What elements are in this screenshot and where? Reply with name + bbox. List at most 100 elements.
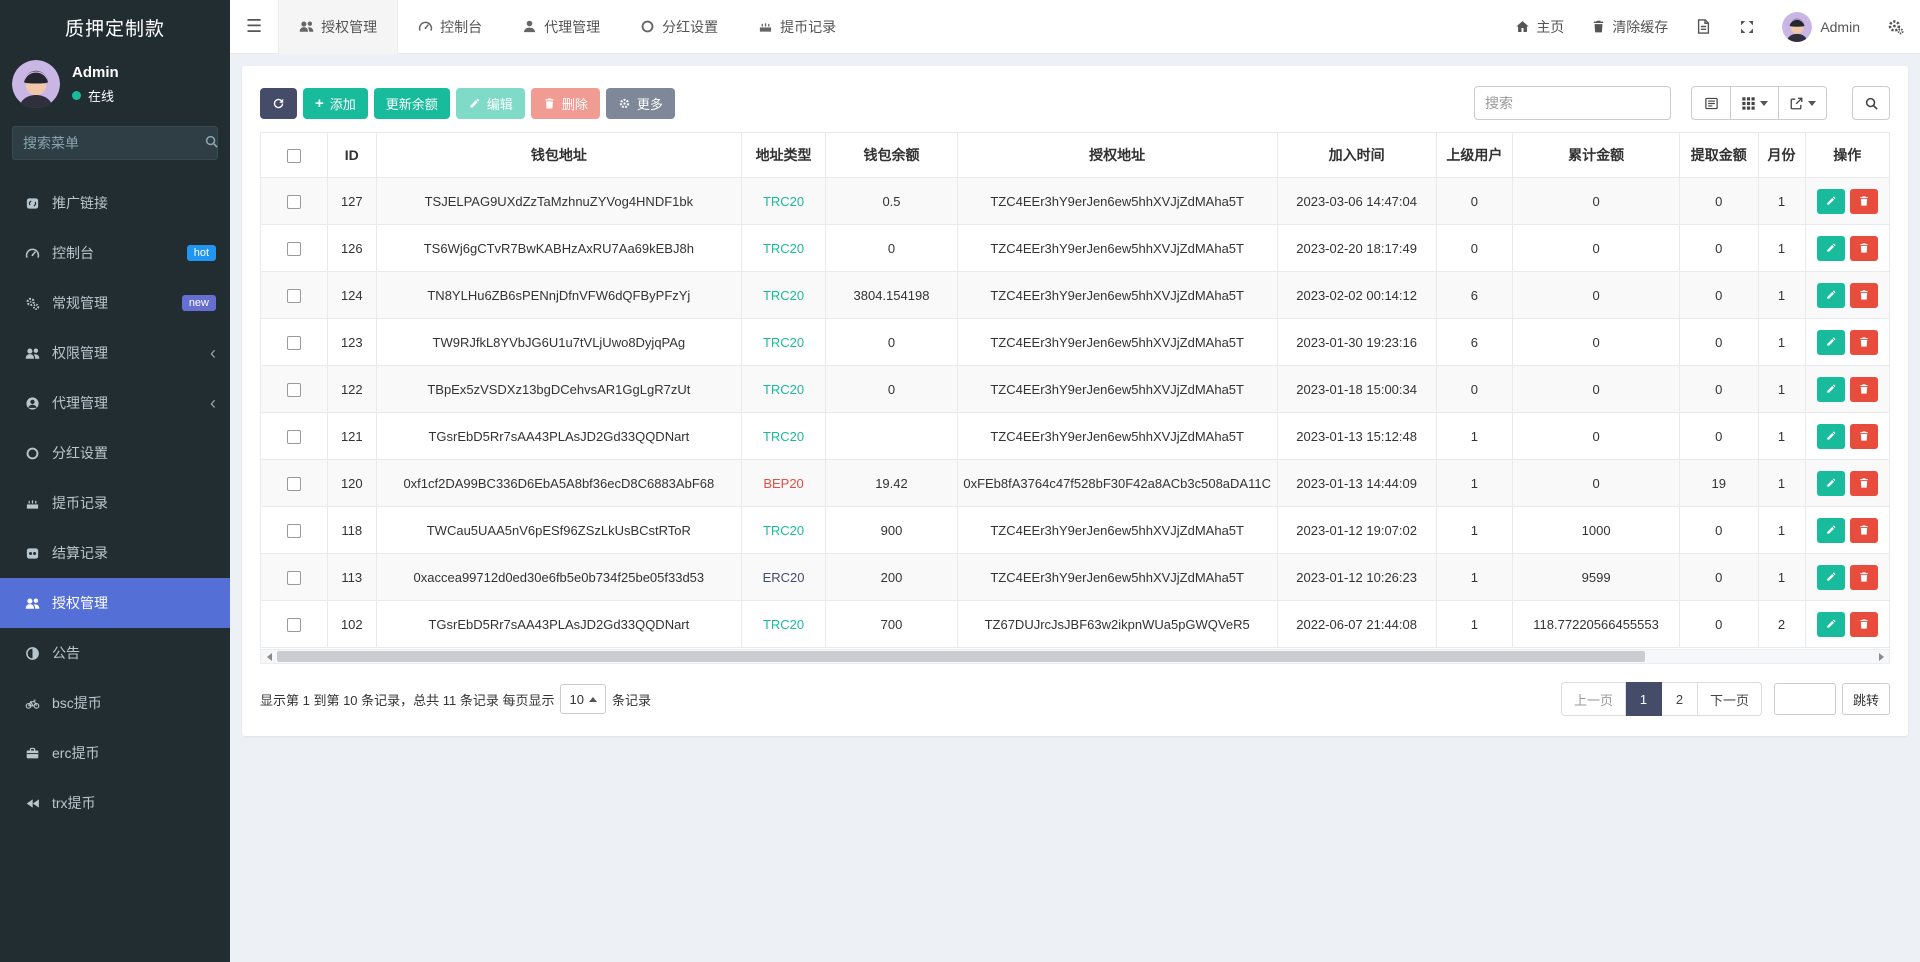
row-delete-button[interactable] (1849, 329, 1878, 355)
clear-cache-link[interactable]: 清除缓存 (1591, 17, 1668, 37)
add-button[interactable]: + 添加 (303, 87, 368, 119)
select-all-checkbox[interactable] (286, 149, 301, 164)
prev-page-button[interactable]: 上一页 (1560, 682, 1626, 716)
sidebar-item-settlement-records[interactable]: 结算记录 (0, 528, 230, 578)
dashboard-icon (418, 19, 433, 34)
row-checkbox[interactable] (286, 523, 301, 538)
pagination: 上一页 1 2 下一页 跳转 (1560, 682, 1890, 716)
search-button[interactable] (1852, 86, 1890, 120)
cell-address-type: TRC20 (740, 412, 827, 460)
row-checkbox[interactable] (286, 194, 301, 209)
row-delete-button[interactable] (1849, 470, 1878, 496)
row-checkbox[interactable] (286, 382, 301, 397)
row-delete-button[interactable] (1849, 517, 1878, 543)
col-month: 月份 (1757, 132, 1806, 178)
caret-down-icon (1760, 100, 1768, 106)
edit-button[interactable]: 编辑 (455, 87, 525, 119)
link-icon (20, 196, 44, 211)
content: + 添加 更新余额 编辑 删除 更多 搜索 ID 钱包地址 地址类型 钱包余额 … (230, 54, 1920, 962)
row-edit-button[interactable] (1816, 423, 1845, 449)
row-edit-button[interactable] (1816, 235, 1845, 261)
update-balance-button[interactable]: 更新余额 (373, 87, 450, 119)
scroll-left-icon[interactable] (261, 650, 277, 663)
row-delete-button[interactable] (1849, 564, 1878, 590)
row-delete-button[interactable] (1849, 611, 1878, 637)
sidebar-item-trx-withdraw[interactable]: trx提币 (0, 778, 230, 828)
sidebar-item-withdraw-records[interactable]: 提币记录 (0, 478, 230, 528)
home-link[interactable]: 主页 (1515, 17, 1564, 37)
row-checkbox[interactable] (286, 241, 301, 256)
tab-agents[interactable]: 代理管理 (502, 0, 620, 54)
row-checkbox[interactable] (286, 476, 301, 491)
fullscreen-icon[interactable] (1739, 19, 1755, 35)
col-wallet-address: 钱包地址 (375, 132, 742, 178)
jump-page-input[interactable] (1773, 683, 1836, 715)
row-checkbox[interactable] (286, 617, 301, 632)
hamburger-icon[interactable]: ☰ (230, 16, 278, 37)
tab-dividend[interactable]: 分红设置 (620, 0, 738, 54)
cell-total-amount: 0 (1512, 271, 1680, 319)
cell-wallet-address: 0xaccea99712d0ed30e6fb5e0b734f25be05f33d… (375, 553, 742, 601)
cell-id: 127 (326, 177, 377, 225)
page-size-dropdown[interactable]: 10 (560, 684, 606, 714)
cell-withdraw-amount: 0 (1678, 365, 1759, 413)
sidebar-item-dashboard[interactable]: 控制台 hot (0, 228, 230, 278)
columns-button[interactable] (1731, 86, 1779, 120)
hot-badge: hot (186, 245, 216, 261)
table-search-input[interactable] (1474, 86, 1671, 120)
row-delete-button[interactable] (1849, 188, 1878, 214)
row-delete-button[interactable] (1849, 376, 1878, 402)
sidebar-item-permissions[interactable]: 权限管理 ‹ (0, 328, 230, 378)
jump-button[interactable]: 跳转 (1841, 683, 1890, 715)
row-edit-button[interactable] (1816, 376, 1845, 402)
table-row: 124 TN8YLHu6ZB6sPENnjDfnVFW6dQFByPFzYj TRC… (260, 271, 1891, 319)
sidebar-item-bsc-withdraw[interactable]: bsc提币 (0, 678, 230, 728)
sidebar-item-authorization[interactable]: 授权管理 (0, 578, 230, 628)
sidebar-item-general[interactable]: 常规管理 new (0, 278, 230, 328)
user-menu[interactable]: Admin (1782, 11, 1860, 42)
scroll-right-icon[interactable] (1873, 650, 1889, 663)
cell-auth-address: TZC4EEr3hY9erJen6ew5hhXVJjZdMAha5T (956, 553, 1278, 601)
refresh-button[interactable] (260, 87, 297, 119)
sidebar-item-promo-link[interactable]: 推广链接 (0, 178, 230, 228)
sidebar-item-agents[interactable]: 代理管理 ‹ (0, 378, 230, 428)
row-checkbox[interactable] (286, 288, 301, 303)
more-button[interactable]: 更多 (605, 87, 675, 119)
row-edit-button[interactable] (1816, 470, 1845, 496)
delete-button[interactable]: 删除 (530, 87, 600, 119)
detail-view-button[interactable] (1691, 86, 1731, 120)
sidebar-item-dividend[interactable]: 分红设置 (0, 428, 230, 478)
row-checkbox[interactable] (286, 429, 301, 444)
tab-authorization[interactable]: 授权管理 (278, 0, 399, 54)
next-page-button[interactable]: 下一页 (1697, 682, 1762, 716)
sidebar-item-announcement[interactable]: 公告 (0, 628, 230, 678)
cell-month: 1 (1757, 412, 1806, 460)
row-edit-button[interactable] (1816, 282, 1845, 308)
doc-icon[interactable] (1695, 18, 1712, 35)
cell-withdraw-amount: 0 (1678, 318, 1759, 366)
row-delete-button[interactable] (1849, 235, 1878, 261)
row-edit-button[interactable] (1816, 329, 1845, 355)
row-edit-button[interactable] (1816, 188, 1845, 214)
row-checkbox[interactable] (286, 570, 301, 585)
horizontal-scrollbar[interactable] (260, 649, 1890, 664)
settings-gear-icon[interactable] (1887, 18, 1904, 35)
export-button[interactable] (1779, 86, 1827, 120)
row-edit-button[interactable] (1816, 564, 1845, 590)
sidebar-item-erc-withdraw[interactable]: erc提币 (0, 728, 230, 778)
row-delete-button[interactable] (1849, 282, 1878, 308)
cell-total-amount: 0 (1512, 412, 1680, 460)
row-delete-button[interactable] (1849, 423, 1878, 449)
page-button-1[interactable]: 1 (1625, 682, 1662, 716)
tab-dashboard[interactable]: 控制台 (398, 0, 502, 54)
page-button-2[interactable]: 2 (1661, 682, 1698, 716)
sidebar-search-input[interactable] (23, 135, 204, 151)
circle-o-icon (640, 19, 655, 34)
table-row: 126 TS6Wj6gCTvR7BwKABHzAxRU7Aa69kEBJ8h TRC… (260, 224, 1891, 272)
tab-withdraw-records[interactable]: 提币记录 (738, 0, 856, 54)
row-checkbox[interactable] (286, 335, 301, 350)
row-edit-button[interactable] (1816, 517, 1845, 543)
row-edit-button[interactable] (1816, 611, 1845, 637)
user-name: Admin (72, 63, 119, 81)
scrollbar-thumb[interactable] (277, 651, 1645, 662)
